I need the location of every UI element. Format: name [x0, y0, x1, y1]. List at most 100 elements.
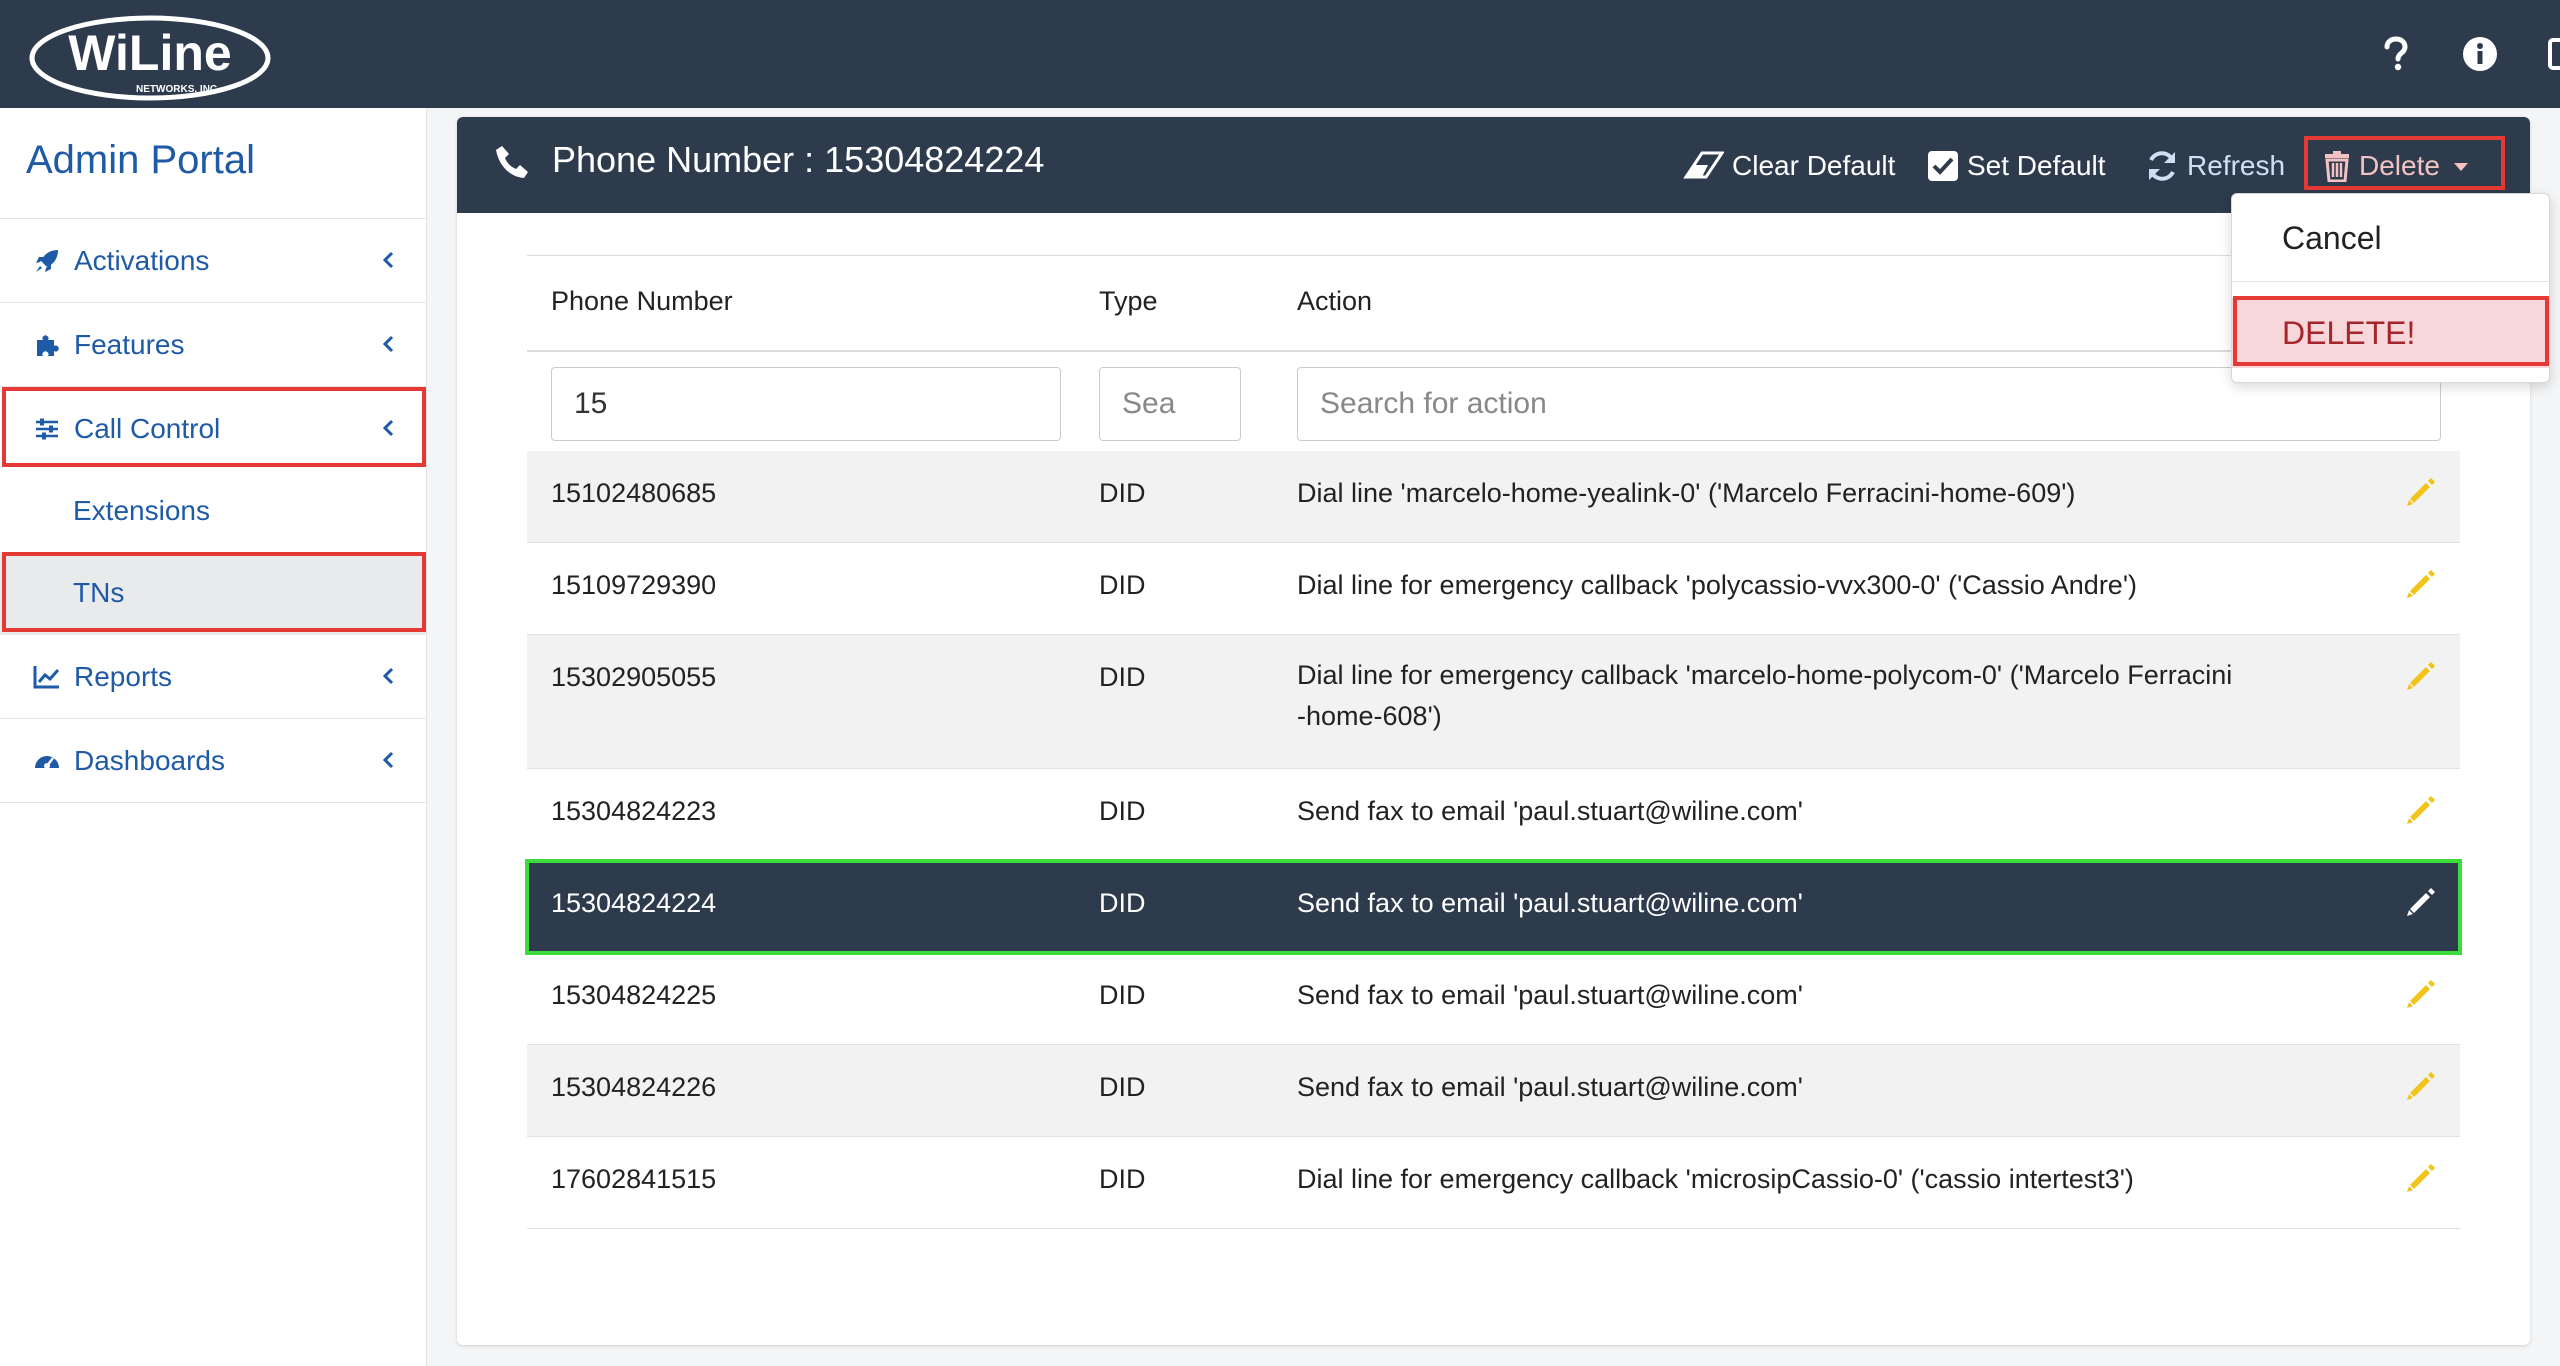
cell-type: DID — [1099, 570, 1146, 600]
rocket-icon — [30, 244, 64, 278]
edit-pencil-icon[interactable] — [2404, 659, 2438, 693]
edit-pencil-icon[interactable] — [2404, 793, 2438, 827]
cell-phone-number: 17602841515 — [551, 1164, 717, 1194]
top-navbar: WiLine NETWORKS, INC. — [0, 0, 2560, 108]
trash-icon — [2325, 151, 2349, 182]
cell-type: DID — [1099, 1164, 1146, 1194]
phone-number-filter-input[interactable] — [551, 367, 1061, 441]
cell-action: Send fax to email 'paul.stuart@wiline.co… — [1297, 980, 1803, 1010]
edit-pencil-icon[interactable] — [2404, 567, 2438, 601]
edit-pencil-icon[interactable] — [2404, 977, 2438, 1011]
cell-type: DID — [1099, 662, 1146, 692]
cell-phone-number: 15302905055 — [551, 662, 717, 692]
cell-action: Dial line for emergency callback 'micros… — [1297, 1164, 2134, 1194]
cell-type: DID — [1099, 1072, 1146, 1102]
page-title: Phone Number : 15304824224 — [552, 139, 1045, 180]
sidebar-item-label: Reports — [74, 660, 173, 692]
set-default-label: Set Default — [1967, 150, 2106, 181]
chevron-left-icon — [382, 751, 394, 769]
chevron-left-icon — [382, 419, 394, 437]
cell-action: Dial line for emergency callback 'marcel… — [1297, 655, 2367, 737]
cell-phone-number: 15304824225 — [551, 980, 717, 1010]
edit-pencil-icon[interactable] — [2404, 885, 2438, 919]
delete-label: Delete — [2359, 150, 2440, 181]
sidebar: Admin Portal Activations Features Call C… — [0, 108, 427, 1366]
portal-title: Admin Portal — [26, 138, 255, 182]
phone-number-card: Phone Number : 15304824224 Clear Default… — [457, 117, 2530, 1345]
wiline-logo[interactable]: WiLine NETWORKS, INC. — [26, 8, 274, 104]
logo-subtext: NETWORKS, INC. — [136, 84, 220, 95]
cell-action-line: -home-608') — [1297, 701, 1442, 731]
edit-pencil-icon[interactable] — [2404, 475, 2438, 509]
checkbox-checked-icon — [1928, 151, 1958, 181]
sidebar-item-label: Activations — [74, 244, 210, 276]
cell-phone-number: 15102480685 — [551, 478, 717, 508]
clear-default-button[interactable]: Clear Default — [1682, 145, 1895, 187]
edit-pencil-icon[interactable] — [2404, 1069, 2438, 1103]
sidebar-item-call-control[interactable]: Call Control — [0, 386, 426, 470]
delete-dropdown-button[interactable]: Delete — [2323, 145, 2482, 187]
sliders-icon — [30, 412, 64, 446]
cell-action: Send fax to email 'paul.stuart@wiline.co… — [1297, 1072, 1803, 1102]
edit-pencil-icon[interactable] — [2404, 1161, 2438, 1195]
cell-type: DID — [1099, 980, 1146, 1010]
column-header-type[interactable]: Type — [1099, 286, 1158, 317]
confirm-delete-menu-item[interactable]: DELETE! — [2232, 298, 2549, 368]
sidebar-item-label: Call Control — [74, 412, 221, 444]
chevron-left-icon — [382, 335, 394, 353]
sidebar-item-dashboards[interactable]: Dashboards — [0, 718, 426, 803]
sidebar-item-features[interactable]: Features — [0, 302, 426, 386]
phone-icon — [496, 146, 528, 178]
logout-icon[interactable] — [2542, 30, 2560, 78]
table-row[interactable]: 15304824226 DID Send fax to email 'paul.… — [527, 1045, 2460, 1137]
cell-action: Send fax to email 'paul.stuart@wiline.co… — [1297, 796, 1803, 826]
logo-text: WiLine — [68, 25, 231, 81]
cell-type: DID — [1099, 478, 1146, 508]
table-row[interactable]: 15304824225 DID Send fax to email 'paul.… — [527, 953, 2460, 1045]
sidebar-item-activations[interactable]: Activations — [0, 218, 426, 302]
sidebar-item-tns[interactable]: TNs — [0, 552, 426, 634]
cell-phone-number: 15304824224 — [551, 888, 717, 918]
table-row[interactable]: 15302905055 DID Dial line for emergency … — [527, 635, 2460, 769]
chart-line-icon — [30, 660, 64, 694]
sidebar-item-label: Dashboards — [74, 744, 225, 776]
cancel-menu-item[interactable]: Cancel — [2232, 194, 2549, 282]
table-header-row: Phone Number Type Action — [527, 255, 2460, 352]
chevron-left-icon — [382, 251, 394, 269]
cell-type: DID — [1099, 796, 1146, 826]
sidebar-item-label: Features — [74, 328, 185, 360]
gauge-icon — [30, 744, 64, 778]
table-row[interactable]: 15304824223 DID Send fax to email 'paul.… — [527, 769, 2460, 861]
puzzle-icon — [30, 328, 64, 362]
sidebar-item-extensions[interactable]: Extensions — [0, 470, 426, 552]
refresh-icon — [2149, 151, 2175, 181]
column-header-phone-number[interactable]: Phone Number — [551, 286, 733, 317]
card-header: Phone Number : 15304824224 Clear Default… — [457, 117, 2530, 213]
table-filter-row — [527, 351, 2460, 451]
table-row[interactable]: 15102480685 DID Dial line 'marcelo-home-… — [527, 451, 2460, 543]
cell-phone-number: 15109729390 — [551, 570, 717, 600]
type-filter-input[interactable] — [1099, 367, 1241, 441]
cell-action: Send fax to email 'paul.stuart@wiline.co… — [1297, 888, 1803, 918]
cell-phone-number: 15304824226 — [551, 1072, 717, 1102]
sidebar-item-label: Extensions — [73, 495, 210, 526]
help-icon[interactable] — [2371, 30, 2419, 78]
info-icon[interactable] — [2456, 30, 2504, 78]
sidebar-item-label: TNs — [73, 577, 125, 608]
eraser-icon — [1683, 151, 1724, 179]
column-header-action[interactable]: Action — [1297, 286, 1372, 317]
sidebar-nav: Activations Features Call Control Extens… — [0, 218, 426, 803]
refresh-label: Refresh — [2187, 150, 2286, 181]
set-default-button[interactable]: Set Default — [1927, 145, 2106, 187]
cell-action: Dial line 'marcelo-home-yealink-0' ('Mar… — [1297, 478, 2076, 508]
refresh-button[interactable]: Refresh — [2145, 145, 2285, 187]
cell-action: Dial line for emergency callback 'polyca… — [1297, 570, 2137, 600]
chevron-left-icon — [382, 667, 394, 685]
table-row[interactable]: 17602841515 DID Dial line for emergency … — [527, 1137, 2460, 1229]
table-row-selected[interactable]: 15304824224 DID Send fax to email 'paul.… — [525, 859, 2462, 955]
clear-default-label: Clear Default — [1732, 150, 1896, 181]
table-row[interactable]: 15109729390 DID Dial line for emergency … — [527, 543, 2460, 635]
sidebar-item-reports[interactable]: Reports — [0, 634, 426, 718]
delete-dropdown-menu: Cancel DELETE! — [2231, 193, 2550, 383]
cell-phone-number: 15304824223 — [551, 796, 717, 826]
